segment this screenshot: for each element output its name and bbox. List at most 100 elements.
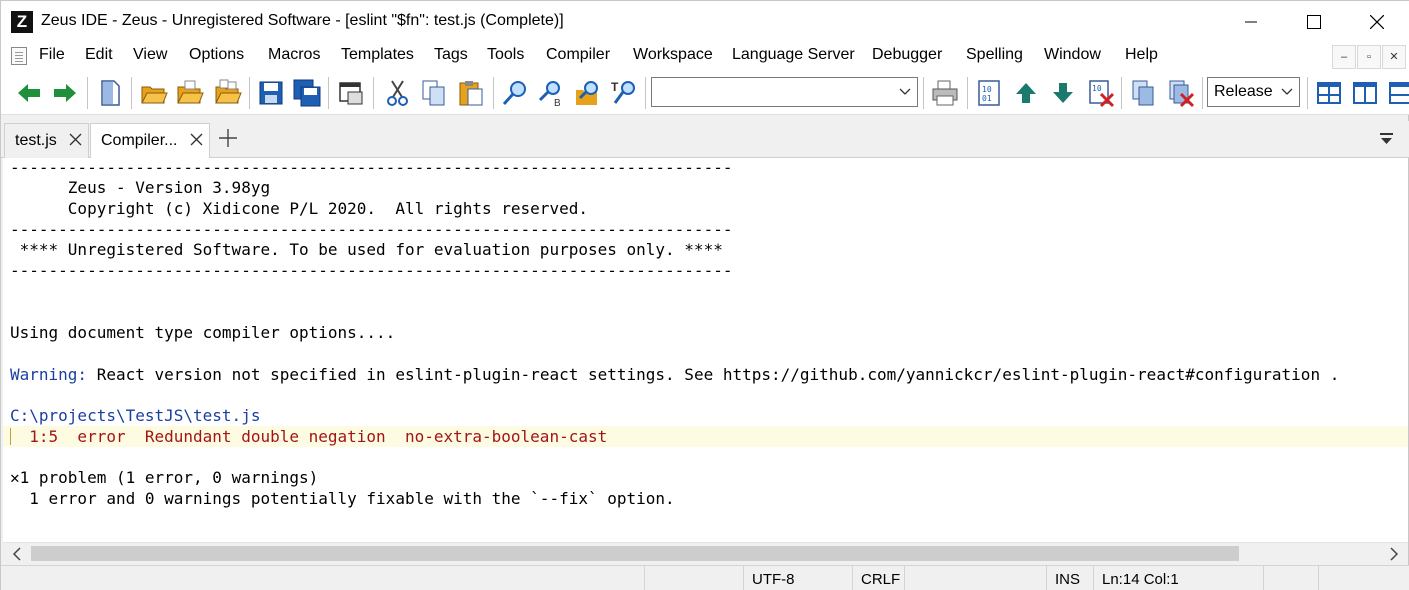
copy-button[interactable] <box>417 76 451 110</box>
output-line: Copyright (c) Xidicone P/L 2020. All rig… <box>10 199 588 218</box>
save-all-button[interactable] <box>290 76 324 110</box>
status-cell-empty <box>644 566 743 590</box>
find-text-button[interactable]: T <box>607 76 641 110</box>
menu-help[interactable]: Help <box>1125 46 1158 64</box>
print-button[interactable] <box>928 76 962 110</box>
menu-window[interactable]: Window <box>1044 46 1101 64</box>
find-button[interactable] <box>498 76 532 110</box>
svg-text:10: 10 <box>1092 84 1102 93</box>
previous-error-button[interactable] <box>1009 76 1043 110</box>
status-insert-mode[interactable]: INS <box>1046 566 1093 590</box>
close-tab-icon[interactable] <box>69 133 82 146</box>
layout-columns-button[interactable] <box>1348 76 1382 110</box>
zeus-app-icon[interactable]: Z <box>11 11 33 33</box>
back-button[interactable] <box>12 76 46 110</box>
toolbar-separator <box>328 77 329 109</box>
arrow-down-icon <box>1053 83 1073 103</box>
menu-tools[interactable]: Tools <box>487 46 524 64</box>
paste-button[interactable] <box>454 76 488 110</box>
tab-label: Compiler... <box>101 132 178 149</box>
arrow-up-icon <box>1016 83 1036 103</box>
toolbar-separator <box>1307 77 1308 109</box>
layout-rows-button[interactable] <box>1384 76 1409 110</box>
layout-grid-icon <box>1317 82 1341 104</box>
document-menu-icon[interactable] <box>11 47 27 65</box>
close-button[interactable] <box>1347 1 1407 43</box>
mdi-restore-button[interactable]: ▫ <box>1357 45 1381 69</box>
status-bar: UTF-8 CRLF INS Ln:14 Col:1 <box>1 565 1409 590</box>
next-error-button[interactable] <box>1046 76 1080 110</box>
menu-spelling[interactable]: Spelling <box>966 46 1023 64</box>
horizontal-scrollbar[interactable] <box>3 542 1408 564</box>
stop-compile-button[interactable]: 10 <box>1084 76 1118 110</box>
status-encoding[interactable]: UTF-8 <box>743 566 852 590</box>
minimize-button[interactable] <box>1221 1 1281 43</box>
replace-icon: B <box>538 81 561 108</box>
mdi-minimize-button[interactable]: – <box>1332 45 1356 69</box>
tab-overflow-chevron-icon[interactable] <box>1379 131 1395 147</box>
scroll-right-icon[interactable] <box>1389 546 1399 562</box>
compiler-output-pane[interactable]: ----------------------------------------… <box>3 158 1408 542</box>
maximize-icon <box>1307 15 1321 29</box>
menu-view[interactable]: View <box>133 46 167 64</box>
menu-templates[interactable]: Templates <box>341 46 414 64</box>
layout-grid-button[interactable] <box>1312 76 1346 110</box>
new-document-icon <box>101 80 120 106</box>
find-icon <box>502 81 526 106</box>
output-line: Zeus - Version 3.98yg <box>10 178 271 197</box>
toolbar-separator <box>373 77 374 109</box>
delete-files-button[interactable] <box>1164 76 1198 110</box>
compile-button[interactable]: 10 01 <box>972 76 1006 110</box>
configuration-combo[interactable]: Release <box>1207 77 1300 107</box>
status-line-ending-text: CRLF <box>861 571 901 588</box>
menu-macros[interactable]: Macros <box>268 46 320 64</box>
menu-workspace[interactable]: Workspace <box>633 46 713 64</box>
open-folder-button[interactable] <box>173 76 207 110</box>
menu-file[interactable]: File <box>39 46 65 64</box>
scrollbar-thumb[interactable] <box>31 546 1239 561</box>
find-text-icon: T <box>611 80 635 104</box>
forward-button[interactable] <box>48 76 82 110</box>
toolbar-separator <box>1202 77 1203 109</box>
tab-test-js[interactable]: test.js <box>4 123 89 158</box>
status-cursor-position[interactable]: Ln:14 Col:1 <box>1093 566 1263 590</box>
tab-label: test.js <box>15 132 57 149</box>
new-document-button[interactable] <box>93 76 127 110</box>
forward-arrow-icon <box>54 84 76 102</box>
problem-summary-text: 1 problem (1 error, 0 warnings) <box>19 468 319 487</box>
close-tab-icon[interactable] <box>190 133 203 146</box>
cut-button[interactable] <box>381 76 415 110</box>
new-tab-plus-icon[interactable] <box>217 127 239 149</box>
open-workspace-button[interactable] <box>211 76 245 110</box>
menu-edit[interactable]: Edit <box>85 46 113 64</box>
menu-language-server[interactable]: Language Server <box>732 46 855 64</box>
mdi-close-button[interactable]: ✕ <box>1382 45 1406 69</box>
find-in-files-button[interactable] <box>571 76 605 110</box>
status-line-ending[interactable]: CRLF <box>852 566 904 590</box>
copy-icon <box>422 80 445 106</box>
print-window-button[interactable] <box>334 76 368 110</box>
open-folder-icon <box>141 86 168 104</box>
search-combo[interactable] <box>651 77 918 107</box>
maximize-button[interactable] <box>1284 1 1344 43</box>
status-cell-empty <box>1318 566 1409 590</box>
menu-tags[interactable]: Tags <box>434 46 468 64</box>
open-file-button[interactable] <box>137 76 171 110</box>
menu-compiler[interactable]: Compiler <box>546 46 610 64</box>
status-cell-empty <box>1263 566 1318 590</box>
menu-options[interactable]: Options <box>189 46 244 64</box>
file-path-line[interactable]: C:\projects\TestJS\test.js <box>10 406 260 427</box>
replace-button[interactable]: B <box>534 76 568 110</box>
status-insert-mode-text: INS <box>1055 571 1081 588</box>
zeus-ide-window: Z Zeus IDE - Zeus - Unregistered Softwar… <box>0 0 1409 590</box>
scroll-left-icon[interactable] <box>12 546 22 562</box>
error-line[interactable]: 1:5 error Redundant double negation no-e… <box>10 427 607 448</box>
copy-files-button[interactable] <box>1127 76 1161 110</box>
save-button[interactable] <box>254 76 288 110</box>
menu-debugger[interactable]: Debugger <box>872 46 942 64</box>
configuration-combo-value: Release <box>1214 83 1273 100</box>
svg-text:T: T <box>611 80 619 94</box>
tab-compiler[interactable]: Compiler... <box>90 123 210 159</box>
warning-label: Warning: <box>10 365 88 384</box>
output-line: Using document type compiler options.... <box>10 323 396 342</box>
